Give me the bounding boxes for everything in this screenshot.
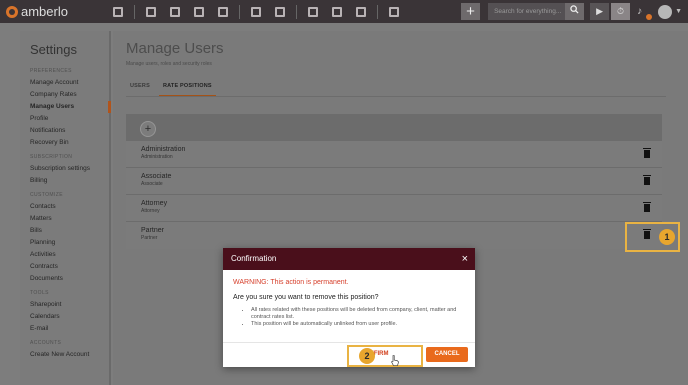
sidebar-item-sharepoint[interactable]: Sharepoint bbox=[20, 299, 109, 311]
sidebar-item-billing[interactable]: Billing bbox=[20, 175, 109, 187]
hand-cursor-icon bbox=[391, 355, 399, 366]
sidebar-item-email[interactable]: E-mail bbox=[20, 323, 109, 335]
page-title: Manage Users bbox=[126, 40, 224, 57]
step-badge-1: 1 bbox=[659, 229, 675, 245]
sidebar-section-heading: ACCOUNTS bbox=[30, 340, 62, 346]
sidebar-item-recovery-bin[interactable]: Recovery Bin bbox=[20, 137, 109, 149]
nav-divider bbox=[296, 4, 297, 19]
sidebar-item-matters[interactable]: Matters bbox=[20, 213, 109, 225]
position-subtitle: Attorney bbox=[141, 208, 160, 214]
folder-icon[interactable] bbox=[308, 6, 318, 17]
main-nav bbox=[106, 4, 406, 19]
sidebar-item-contacts[interactable]: Contacts bbox=[20, 201, 109, 213]
position-name: Partner bbox=[141, 227, 164, 234]
sidebar-item-notifications[interactable]: Notifications bbox=[20, 125, 109, 137]
cancel-button[interactable]: CANCEL bbox=[426, 347, 468, 362]
reports-icon[interactable] bbox=[389, 6, 399, 17]
play-timer-button[interactable]: ▶ bbox=[590, 3, 610, 20]
consequence-list: All rates related with these positions w… bbox=[223, 301, 475, 328]
dialog-header: Confirmation × bbox=[223, 248, 475, 270]
global-search-input[interactable]: Search for everything... bbox=[488, 3, 566, 20]
list-item[interactable]: Associate Associate bbox=[126, 167, 662, 194]
sidebar-item-manage-users[interactable]: Manage Users bbox=[20, 101, 111, 113]
amberlo-logo-icon bbox=[6, 5, 18, 18]
sidebar-item-activities[interactable]: Activities bbox=[20, 249, 109, 261]
sidebar-section-heading: PREFERENCES bbox=[30, 68, 72, 74]
app-logo[interactable]: amberlo bbox=[6, 4, 106, 19]
calendar-icon[interactable] bbox=[251, 6, 261, 17]
matters-icon[interactable] bbox=[170, 6, 180, 17]
list-header: + bbox=[126, 114, 662, 140]
sidebar-section-heading: TOOLS bbox=[30, 290, 49, 296]
sidebar-item-planning[interactable]: Planning bbox=[20, 237, 109, 249]
stopwatch-button[interactable]: ⏱ bbox=[611, 3, 631, 20]
quick-add-button[interactable]: + bbox=[461, 3, 481, 20]
trash-icon[interactable] bbox=[643, 148, 651, 158]
timer-history-icon[interactable] bbox=[275, 6, 285, 17]
search-icon bbox=[570, 5, 579, 14]
chevron-down-icon[interactable]: ▼ bbox=[675, 8, 682, 15]
position-subtitle: Associate bbox=[141, 181, 163, 187]
contacts-icon[interactable] bbox=[146, 6, 156, 17]
sidebar-item-calendars[interactable]: Calendars bbox=[20, 311, 109, 323]
nav-divider bbox=[377, 4, 378, 19]
tab-divider bbox=[126, 96, 666, 97]
settings-sidebar: Settings PREFERENCES Manage Account Comp… bbox=[20, 31, 111, 385]
step-badge-2: 2 bbox=[359, 348, 375, 364]
sidebar-item-create-new-account[interactable]: Create New Account bbox=[20, 349, 109, 361]
dashboard-icon[interactable] bbox=[113, 6, 123, 17]
top-bar: amberlo + Search for everything... ▶ ⏱ ♪… bbox=[0, 0, 688, 23]
tab-users[interactable]: USERS bbox=[126, 80, 154, 96]
nav-divider bbox=[134, 4, 135, 19]
sidebar-section-heading: SUBSCRIPTION bbox=[30, 154, 73, 160]
sidebar-item-company-rates[interactable]: Company Rates bbox=[20, 89, 109, 101]
documents-icon[interactable] bbox=[194, 6, 204, 17]
search-button[interactable] bbox=[565, 3, 585, 20]
sidebar-item-manage-account[interactable]: Manage Account bbox=[20, 77, 109, 89]
trash-icon[interactable] bbox=[643, 202, 651, 212]
mail-icon[interactable] bbox=[356, 6, 366, 17]
sidebar-item-documents[interactable]: Documents bbox=[20, 273, 109, 285]
list-item: This position will be automatically unli… bbox=[251, 321, 475, 328]
sidebar-item-bills[interactable]: Bills bbox=[20, 225, 109, 237]
rate-positions-list: + Administration Administration Associat… bbox=[126, 114, 662, 249]
sidebar-item-subscription-settings[interactable]: Subscription settings bbox=[20, 163, 109, 175]
position-name: Administration bbox=[141, 146, 186, 153]
trash-icon[interactable] bbox=[643, 175, 651, 185]
position-subtitle: Partner bbox=[141, 235, 158, 241]
position-name: Associate bbox=[141, 173, 172, 180]
warning-text: WARNING: This action is permanent. bbox=[233, 279, 349, 286]
position-name: Attorney bbox=[141, 200, 168, 207]
list-item: All rates related with these positions w… bbox=[251, 307, 475, 321]
tab-rate-positions[interactable]: RATE POSITIONS bbox=[158, 80, 216, 96]
invoice-icon[interactable] bbox=[332, 6, 342, 17]
list-item[interactable]: Administration Administration bbox=[126, 140, 662, 167]
notification-dot bbox=[646, 13, 653, 20]
dialog-title: Confirmation bbox=[231, 254, 277, 263]
add-position-button[interactable]: + bbox=[140, 121, 156, 137]
user-avatar[interactable] bbox=[658, 4, 673, 19]
position-subtitle: Administration bbox=[141, 154, 173, 160]
sidebar-title: Settings bbox=[30, 42, 77, 57]
list-item[interactable]: Attorney Attorney bbox=[126, 194, 662, 221]
sidebar-section-heading: CUSTOMIZE bbox=[30, 192, 63, 198]
logo-text: amberlo bbox=[21, 4, 68, 19]
sidebar-item-contracts[interactable]: Contracts bbox=[20, 261, 109, 273]
notifications-bell-icon[interactable]: ♪ bbox=[637, 6, 653, 20]
sidebar-item-profile[interactable]: Profile bbox=[20, 113, 109, 125]
nav-divider bbox=[239, 4, 240, 19]
bank-icon[interactable] bbox=[218, 6, 228, 17]
list-item[interactable]: Partner Partner bbox=[126, 221, 662, 248]
close-icon[interactable]: × bbox=[462, 248, 468, 270]
confirm-question: Are you sure you want to remove this pos… bbox=[233, 294, 379, 301]
page-subtitle: Manage users, roles and security roles bbox=[126, 61, 212, 67]
tab-bar: USERS RATE POSITIONS bbox=[126, 80, 221, 96]
